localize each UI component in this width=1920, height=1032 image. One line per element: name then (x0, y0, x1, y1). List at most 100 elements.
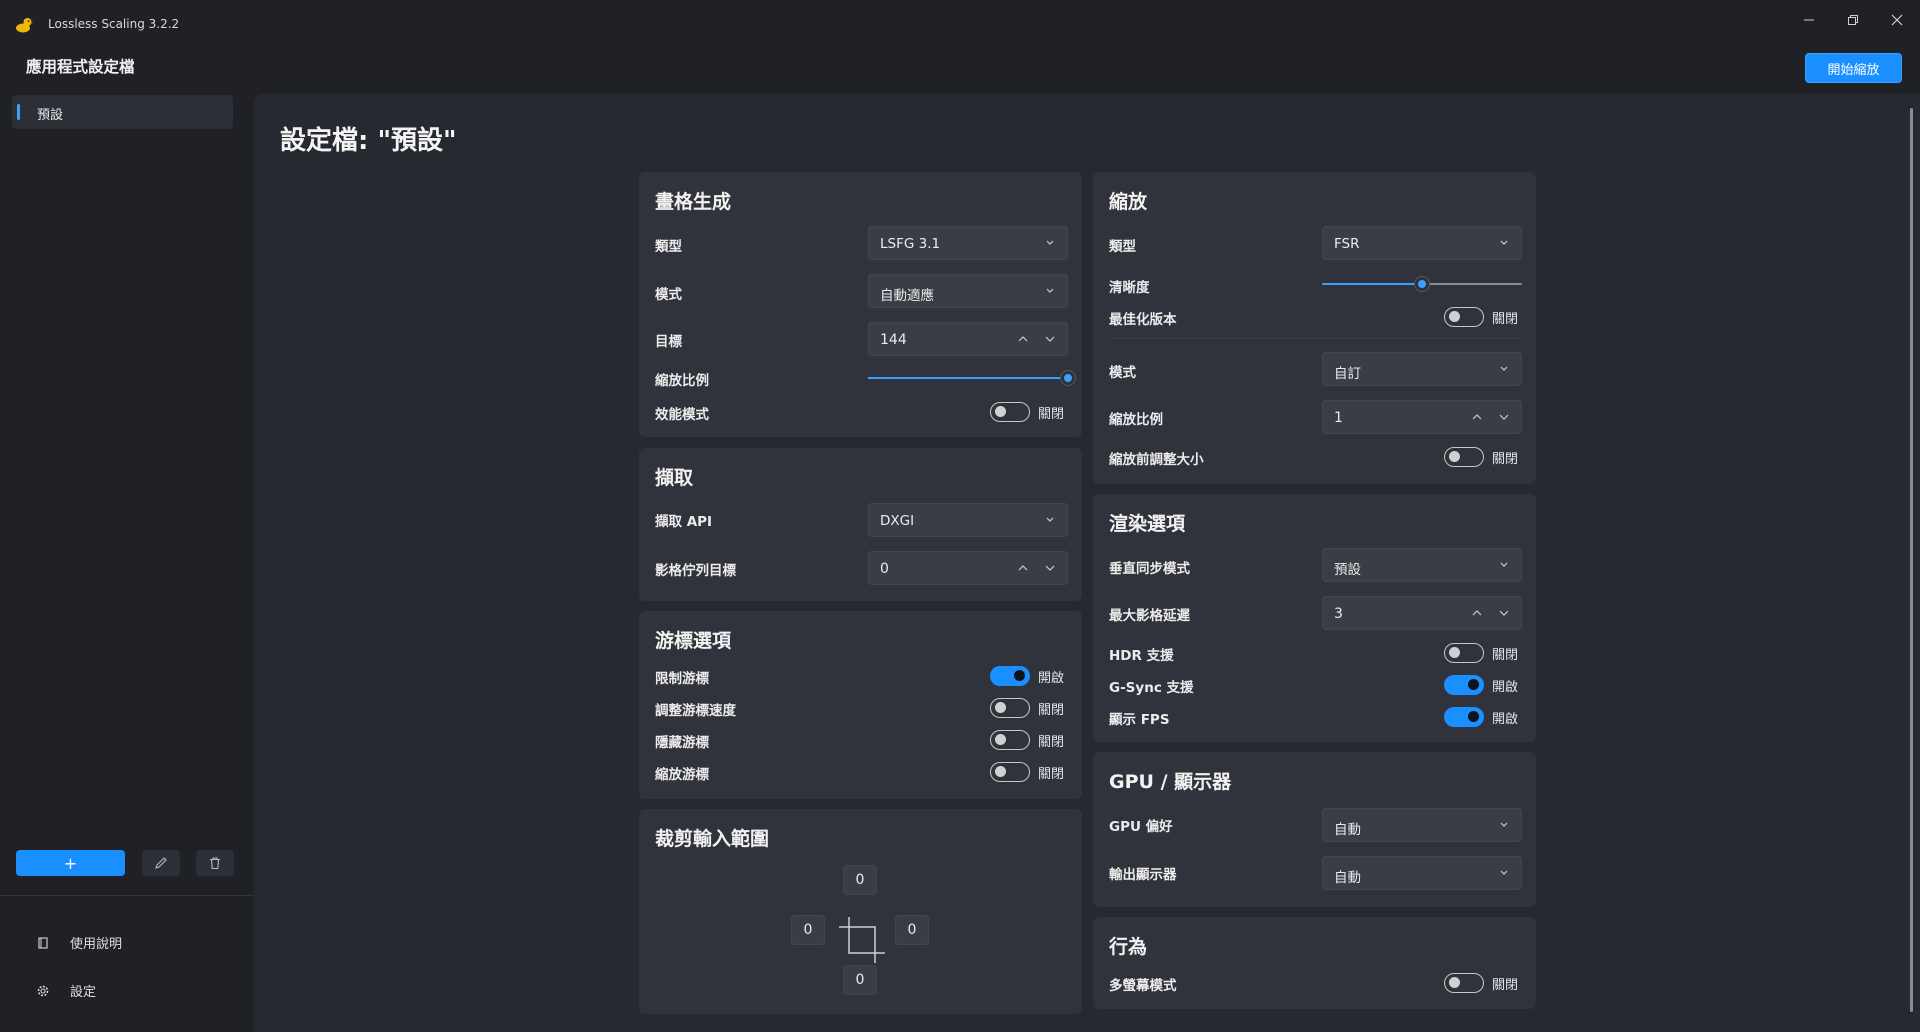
crop-top-input[interactable]: 0 (843, 865, 877, 895)
gpu-display-card: GPU / 顯示器 GPU 偏好 自動 輸出顯示器 自動 (1093, 752, 1536, 907)
chevron-down-icon (1500, 870, 1508, 875)
cursor-hide-label: 隱藏游標 (655, 735, 709, 751)
crop-right-input[interactable]: 0 (895, 915, 929, 945)
chevron-up-icon[interactable] (1471, 607, 1483, 619)
queue-target-stepper[interactable]: 0 (868, 551, 1068, 585)
profile-item-default[interactable]: 預設 (12, 95, 233, 129)
toggle-thumb (995, 702, 1006, 713)
gsync-toggle[interactable] (1444, 675, 1484, 695)
cursor-clip-toggle[interactable] (990, 666, 1030, 686)
chevron-down-icon[interactable] (1498, 411, 1510, 423)
minimize-icon (1804, 19, 1814, 21)
card-title: 裁剪輸入範圍 (655, 828, 770, 850)
toggle-thumb (995, 766, 1006, 777)
chevron-up-icon[interactable] (1017, 562, 1029, 574)
help-label: 使用說明 (70, 937, 123, 952)
vsync-dropdown[interactable]: 預設 (1322, 548, 1522, 582)
chevron-up-icon[interactable] (1471, 411, 1483, 423)
settings-link[interactable]: 設定 (36, 981, 96, 1000)
cursor-speed-label: 調整游標速度 (655, 703, 736, 719)
fg-type-label: 類型 (655, 239, 682, 255)
vertical-scrollbar[interactable] (1910, 108, 1913, 1012)
chevron-down-icon (1046, 517, 1054, 522)
chevron-down-icon (1046, 288, 1054, 293)
scaling-type-dropdown[interactable]: FSR (1322, 226, 1522, 260)
minimize-button[interactable] (1787, 0, 1831, 40)
card-title: 渲染選項 (1109, 513, 1186, 535)
toggle-thumb (1449, 451, 1460, 462)
multi-display-toggle[interactable] (1444, 973, 1484, 993)
toggle-thumb (995, 734, 1006, 745)
slider-knob[interactable] (1061, 371, 1075, 385)
card-title: GPU / 顯示器 (1109, 771, 1232, 793)
gpu-pref-dropdown[interactable]: 自動 (1322, 808, 1522, 842)
fg-mode-label: 模式 (655, 287, 682, 303)
hdr-toggle[interactable] (1444, 643, 1484, 663)
chevron-down-icon[interactable] (1498, 607, 1510, 619)
cursor-clip-label: 限制游標 (655, 671, 709, 687)
fg-scale-slider[interactable] (868, 371, 1075, 385)
max-latency-label: 最大影格延遲 (1109, 608, 1190, 624)
output-display-label: 輸出顯示器 (1109, 867, 1177, 883)
cursor-scale-toggle-row: 關閉 (990, 762, 1064, 782)
optimized-toggle[interactable] (1444, 307, 1484, 327)
delete-profile-button[interactable] (196, 850, 234, 876)
crop-left-input[interactable]: 0 (791, 915, 825, 945)
toggle-state: 關閉 (1492, 977, 1519, 993)
output-display-dropdown[interactable]: 自動 (1322, 856, 1522, 890)
restore-button[interactable] (1831, 0, 1875, 40)
scaling-mode-dropdown[interactable]: 自訂 (1322, 352, 1522, 386)
scaling-mode-label: 模式 (1109, 365, 1136, 381)
frame-generation-card: 畫格生成 類型 LSFG 3.1 模式 自動適應 目標 144 縮放比例 效能模… (639, 172, 1082, 437)
crop-icon (839, 917, 885, 963)
toggle-state: 關閉 (1038, 406, 1065, 422)
scale-factor-stepper[interactable]: 1 (1322, 400, 1522, 434)
pencil-icon (155, 857, 167, 869)
start-scaling-button[interactable]: 開始縮放 (1805, 53, 1902, 83)
resize-before-toggle[interactable] (1444, 447, 1484, 467)
card-title: 擷取 (655, 467, 694, 489)
edit-profile-button[interactable] (142, 850, 180, 876)
profile-title: 設定檔: "預設" (280, 126, 457, 156)
chevron-down-icon[interactable] (1044, 333, 1056, 345)
cursor-scale-toggle[interactable] (990, 762, 1030, 782)
multi-display-label: 多螢幕模式 (1109, 978, 1177, 994)
toggle-thumb (1449, 647, 1460, 658)
toggle-state: 關閉 (1038, 734, 1065, 750)
sharpness-slider[interactable] (1322, 277, 1522, 291)
add-profile-button[interactable]: + (16, 850, 125, 876)
dropdown-value: 自訂 (1334, 366, 1361, 382)
fg-target-stepper[interactable]: 144 (868, 322, 1068, 356)
fg-mode-dropdown[interactable]: 自動適應 (868, 274, 1068, 308)
selected-indicator (17, 104, 20, 120)
cursor-hide-toggle[interactable] (990, 730, 1030, 750)
cursor-speed-toggle[interactable] (990, 698, 1030, 718)
chevron-down-icon (1500, 822, 1508, 827)
show-fps-label: 顯示 FPS (1109, 712, 1170, 728)
close-button[interactable] (1875, 0, 1919, 40)
dropdown-value: FSR (1334, 236, 1360, 252)
toggle-thumb (1449, 977, 1460, 988)
hdr-label: HDR 支援 (1109, 648, 1174, 664)
fg-perf-toggle[interactable] (990, 402, 1030, 422)
card-title: 行為 (1109, 936, 1148, 958)
chevron-down-icon[interactable] (1044, 562, 1056, 574)
slider-knob[interactable] (1415, 277, 1429, 291)
max-latency-stepper[interactable]: 3 (1322, 596, 1522, 630)
toggle-state: 開啟 (1038, 670, 1065, 686)
scale-factor-label: 縮放比例 (1109, 412, 1163, 428)
slider-fill (1322, 283, 1422, 285)
help-link[interactable]: 使用說明 (36, 933, 122, 952)
optimized-label: 最佳化版本 (1109, 312, 1177, 328)
behavior-card: 行為 多螢幕模式 關閉 (1093, 917, 1536, 1009)
capture-api-dropdown[interactable]: DXGI (868, 503, 1068, 537)
fg-type-dropdown[interactable]: LSFG 3.1 (868, 226, 1068, 260)
dropdown-value: 自動 (1334, 870, 1361, 886)
trash-icon (210, 857, 220, 870)
show-fps-toggle[interactable] (1444, 707, 1484, 727)
chevron-down-icon (1500, 240, 1508, 245)
chevron-up-icon[interactable] (1017, 333, 1029, 345)
crop-bottom-input[interactable]: 0 (843, 965, 877, 995)
cursor-speed-toggle-row: 關閉 (990, 698, 1064, 718)
gsync-toggle-row: 開啟 (1444, 675, 1518, 695)
